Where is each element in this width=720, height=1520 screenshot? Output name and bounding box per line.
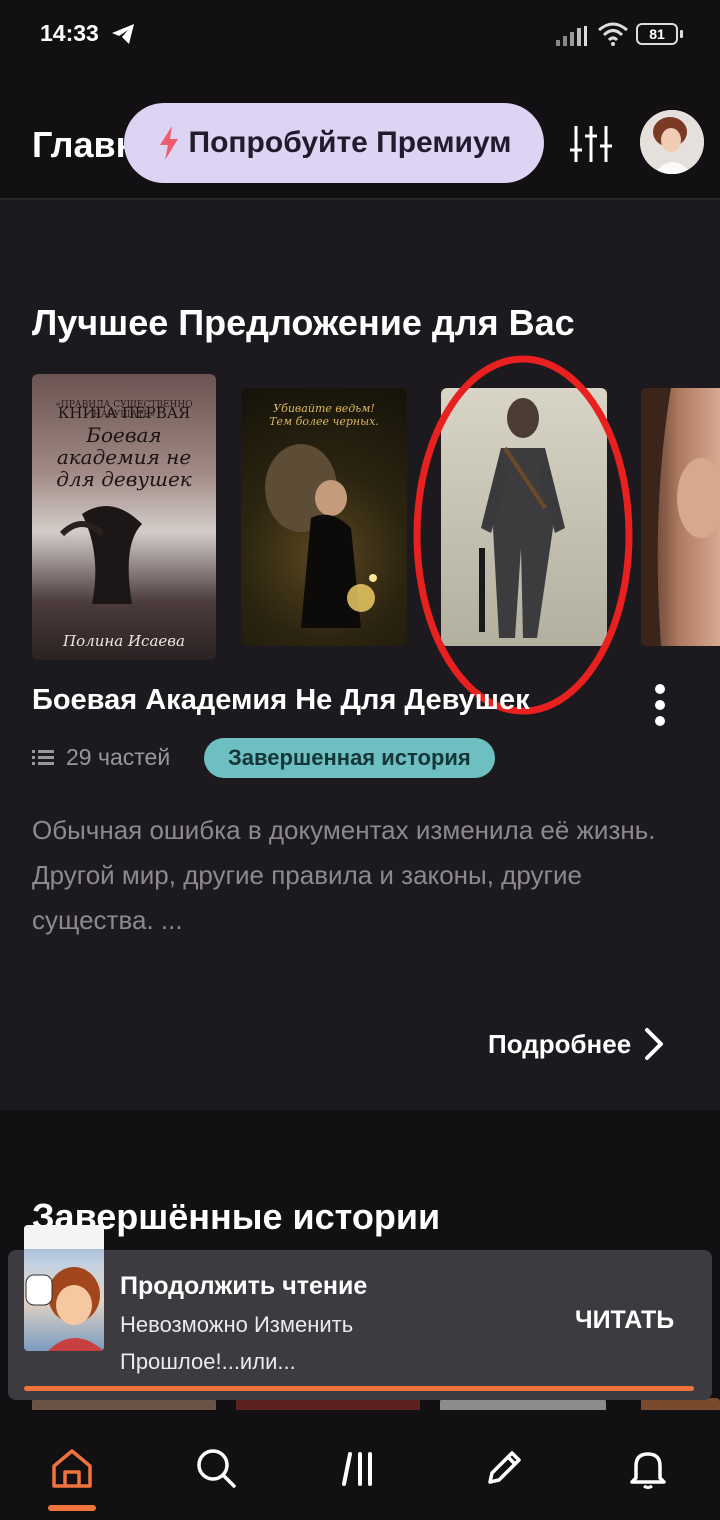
try-premium-button[interactable]: Попробуйте Премиум bbox=[124, 103, 544, 183]
search-icon bbox=[197, 1449, 236, 1488]
details-link[interactable]: Подробнее bbox=[488, 1026, 667, 1062]
cover-illustration bbox=[265, 444, 377, 628]
list-icon bbox=[32, 749, 54, 765]
cover-subtitle: КНИГА ПЕРВАЯ bbox=[57, 404, 191, 422]
battery-level: 81 bbox=[649, 26, 665, 42]
cover-illustration bbox=[641, 388, 720, 646]
user-avatar[interactable] bbox=[640, 110, 704, 174]
nav-notifications[interactable] bbox=[618, 1440, 678, 1496]
lightning-icon bbox=[159, 126, 178, 160]
continue-reading-title: Продолжить чтение bbox=[120, 1272, 368, 1300]
nav-search[interactable] bbox=[186, 1440, 246, 1496]
parts-label: 29 частей bbox=[66, 744, 171, 770]
read-button[interactable]: ЧИТАТЬ bbox=[575, 1306, 674, 1335]
wifi-icon bbox=[598, 22, 628, 46]
cover-illustration bbox=[24, 1225, 104, 1351]
cover-tagline: Убивайте ведьм! Тем более черных. bbox=[269, 402, 379, 428]
battery-icon: 81 bbox=[636, 23, 678, 45]
book-cover-1[interactable]: «ПРАВИЛА СУЩЕСТВЕННО НАРУШАТЬ» КНИГА ПЕР… bbox=[32, 374, 216, 660]
status-time: 14:33 bbox=[40, 20, 99, 46]
cover-author: Полина Исаева bbox=[63, 632, 185, 650]
cover-title: Боевая академия не для девушек bbox=[56, 423, 192, 491]
reading-progress-bar bbox=[24, 1386, 694, 1391]
continue-reading-cover[interactable] bbox=[24, 1225, 104, 1351]
bell-icon bbox=[630, 1452, 666, 1489]
featured-section-title: Лучшее Предложение для Вас bbox=[32, 302, 575, 343]
active-tab-indicator bbox=[48, 1505, 96, 1511]
details-label: Подробнее bbox=[488, 1028, 632, 1059]
parts-count: 29 частей bbox=[32, 744, 170, 771]
filter-settings-icon[interactable] bbox=[566, 122, 616, 166]
chevron-right-icon bbox=[645, 1028, 664, 1060]
reading-progress-fill bbox=[24, 1386, 694, 1391]
annotation-circle bbox=[413, 355, 633, 715]
library-icon bbox=[342, 1452, 372, 1486]
signal-icon bbox=[556, 26, 587, 46]
continue-reading-book: Невозможно Изменить Прошлое!...или... bbox=[120, 1312, 354, 1374]
cover-figure bbox=[59, 506, 142, 604]
book-description: Обычная ошибка в документах изменила её … bbox=[32, 815, 656, 935]
nav-home[interactable] bbox=[42, 1440, 102, 1496]
home-icon bbox=[52, 1449, 92, 1488]
nav-write[interactable] bbox=[474, 1440, 534, 1496]
profile-photo bbox=[640, 110, 704, 174]
book-cover-2[interactable]: Убивайте ведьм! Тем более черных. bbox=[241, 388, 407, 646]
nav-library[interactable] bbox=[330, 1440, 390, 1496]
status-badge: Завершенная история bbox=[204, 738, 495, 778]
more-options-icon[interactable] bbox=[642, 682, 678, 728]
status-bar: 14:33 81 bbox=[0, 0, 720, 70]
pencil-icon bbox=[488, 1451, 521, 1484]
telegram-icon bbox=[112, 24, 134, 44]
book-cover-4[interactable] bbox=[641, 388, 720, 646]
book-title[interactable]: Боевая Академия Не Для Девушек bbox=[32, 684, 572, 717]
premium-label: Попробуйте Премиум bbox=[188, 126, 512, 159]
battery-cap bbox=[680, 30, 683, 38]
